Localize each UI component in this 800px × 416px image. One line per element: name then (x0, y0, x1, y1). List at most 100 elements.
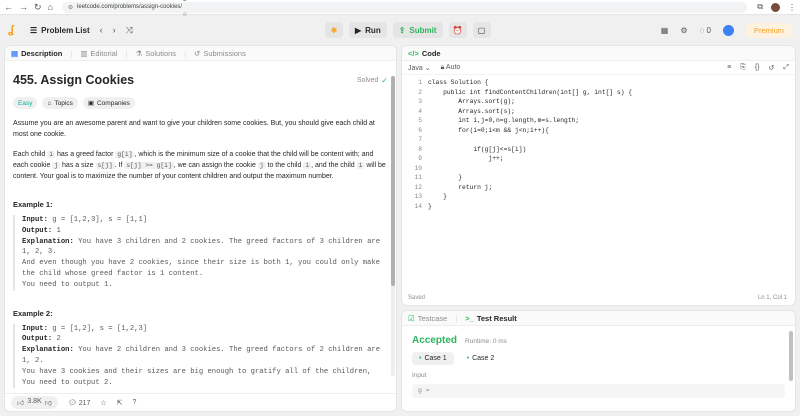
tab-test-result[interactable]: >_ Test Result (465, 314, 516, 323)
editor-toolbar: Java ⌄ 🔒︎ Auto ≡ ⎘ {} ↺ ⤢ (402, 61, 795, 75)
back-icon[interactable]: ← (4, 2, 13, 13)
user-avatar[interactable] (722, 24, 734, 36)
code-line[interactable]: 3 Arrays.sort(g); (402, 97, 795, 107)
run-button[interactable]: ▶ Run (349, 22, 387, 38)
line-number: 13 (414, 193, 422, 200)
timer-button[interactable]: ⏰ (448, 22, 467, 38)
code-line[interactable]: 7 (402, 135, 795, 145)
line-number: 1 (418, 79, 422, 86)
test-scrollbar[interactable] (789, 331, 793, 381)
output-value: 2 (52, 335, 61, 344)
code-line[interactable]: 4 Arrays.sort(s); (402, 107, 795, 117)
topics-label: Topics (54, 99, 73, 107)
tab-testcase[interactable]: ☑ Testcase (408, 314, 447, 323)
difficulty-badge: Easy (13, 97, 38, 109)
terminal-icon: >_ (465, 313, 474, 323)
code-line[interactable]: 12 return j; (402, 183, 795, 193)
line-number: 14 (414, 202, 422, 210)
format-icon[interactable]: ≡ (727, 64, 731, 72)
settings-gear-icon[interactable]: ⚙ (680, 26, 687, 35)
reload-icon[interactable]: ↻ (34, 2, 42, 13)
case-2-tab[interactable]: • Case 2 (460, 352, 502, 365)
like-button[interactable]: 👍︎ 3.8K 👎︎ (11, 396, 58, 409)
premium-button[interactable]: Premium (745, 22, 792, 38)
pass-dot-icon: • (419, 355, 422, 362)
inline-code: g[i] (115, 151, 135, 158)
line-number: 8 (418, 145, 422, 153)
topics-tag[interactable]: ⌂ Topics (42, 97, 78, 109)
tab-submissions[interactable]: ↺ Submissions (194, 49, 246, 58)
language-label: Java (408, 64, 423, 72)
extensions-icon[interactable]: ⧉ (757, 2, 763, 12)
browser-toolbar: ← → ↻ ⌂ ⊜ leetcode.com/problems/assign-c… (0, 0, 800, 18)
tab-editorial[interactable]: ▥ Editorial (80, 49, 117, 58)
zoom-icon[interactable]: ⊕ (182, 0, 741, 3)
tab-solutions[interactable]: ⚗ Solutions (135, 49, 176, 58)
example-2-title: Example 2: (13, 308, 53, 318)
code-line[interactable]: 5 int i,j=0,n=g.length,m=s.length; (402, 116, 795, 126)
braces-icon[interactable]: {} (755, 64, 760, 72)
scrollbar-thumb[interactable] (391, 76, 395, 286)
notes-button[interactable]: ▢ (472, 22, 491, 38)
line-text: if(g[j]<=s[i]) (428, 145, 527, 153)
bookmark-icon[interactable]: ⎘ (740, 64, 746, 72)
bookmark-star-icon[interactable]: ☆ (182, 11, 741, 18)
fullscreen-icon[interactable]: ⤢ (783, 64, 789, 72)
site-info-icon[interactable]: ⊜ (68, 4, 73, 11)
prev-problem-icon[interactable]: ‹ (100, 25, 103, 36)
shuffle-icon[interactable]: ⤨ (126, 25, 133, 36)
autocomplete-toggle[interactable]: 🔒︎ Auto (441, 64, 461, 72)
language-select[interactable]: Java ⌄ (408, 64, 431, 72)
problem-list-label: Problem List (41, 25, 90, 35)
code-line[interactable]: 11 } (402, 173, 795, 183)
history-icon: ↺ (194, 48, 201, 58)
address-bar[interactable]: ⊜ leetcode.com/problems/assign-cookies/ … (62, 0, 748, 18)
code-line[interactable]: 13 } (402, 192, 795, 202)
description-scrollbar[interactable] (391, 76, 395, 376)
code-line[interactable]: 6 for(i=0;i<m && j<n;i++){ (402, 126, 795, 136)
home-icon[interactable]: ⌂ (48, 2, 53, 13)
star-icon[interactable]: ☆ (100, 399, 106, 407)
code-line[interactable]: 14} (402, 202, 795, 212)
tab-code-label: Code (421, 48, 441, 58)
example-1-box: Input: g = [1,2,3], s = [1,1] Output: 1 … (13, 215, 388, 291)
help-icon[interactable]: ? (133, 399, 137, 406)
line-text: class Solution { (428, 79, 489, 86)
workspace: ▤ Description | ▥ Editorial | ⚗ Solutions |… (4, 45, 796, 416)
profile-avatar[interactable] (771, 2, 780, 12)
next-problem-icon[interactable]: › (113, 25, 116, 36)
code-line[interactable]: 9 j++; (402, 154, 795, 164)
leetcode-logo-icon[interactable]: ʆ (8, 24, 20, 36)
problem-list-button[interactable]: ☰ Problem List (30, 26, 90, 35)
url-text: leetcode.com/problems/assign-cookies/ (77, 4, 183, 10)
alarm-icon: ⏰ (452, 25, 463, 35)
input-value: g = [1,2], s = [1,2,3] (47, 324, 148, 333)
streak-counter[interactable]: ◌ 0 (700, 26, 711, 35)
code-line[interactable]: 1 class Solution { (402, 78, 795, 88)
comments-button[interactable]: 💬︎ 217 (68, 399, 91, 407)
share-icon[interactable]: ⇱ (117, 399, 123, 407)
code-line[interactable]: 8 if(g[j]<=s[i]) (402, 145, 795, 155)
doc-icon: ▤ (11, 48, 19, 58)
reset-icon[interactable]: ↺ (769, 64, 775, 72)
submit-button[interactable]: ⇪ Submit (392, 22, 443, 38)
layout-icon[interactable]: ▦ (661, 26, 669, 35)
forward-icon[interactable]: → (19, 2, 28, 13)
right-column: </> Code Java ⌄ 🔒︎ Auto ≡ ⎘ {} ↺ ⤢ 1 class… (401, 45, 796, 416)
text-span: has a greed factor (55, 151, 116, 158)
note-icon: ▢ (477, 25, 486, 35)
tab-description[interactable]: ▤ Description (11, 49, 62, 58)
case-1-tab[interactable]: • Case 1 (412, 352, 454, 365)
inline-code: s[j] (95, 162, 115, 169)
code-area[interactable]: 1 class Solution { 2 public int findConten… (402, 75, 795, 211)
problem-title[interactable]: 455. Assign Cookies (13, 73, 134, 87)
tab-code[interactable]: </> Code (408, 49, 441, 58)
runtime-text: Runtime: 0 ms (465, 338, 507, 345)
debug-button[interactable]: ✱ (325, 22, 343, 38)
companies-tag[interactable]: ▣ Companies (82, 97, 135, 109)
menu-icon[interactable]: ⋮ (788, 3, 796, 12)
tab-editorial-label: Editorial (90, 48, 118, 58)
code-line[interactable]: 10 (402, 164, 795, 174)
code-line[interactable]: 2 public int findContentChildren(int[] g… (402, 88, 795, 98)
verdict-text: Accepted (412, 335, 458, 346)
